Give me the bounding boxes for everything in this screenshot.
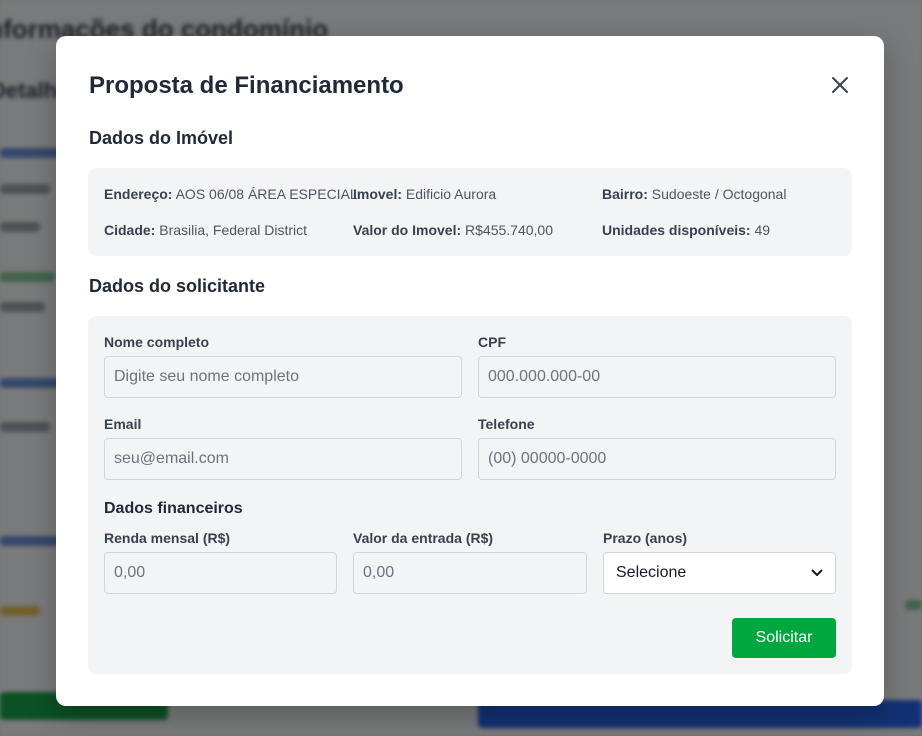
property-address-label: Endereço: (104, 186, 173, 202)
email-label: Email (104, 416, 142, 432)
property-building: Imovel: Edificio Aurora (353, 186, 496, 202)
income-input[interactable] (104, 552, 337, 594)
income-label: Renda mensal (R$) (104, 530, 231, 546)
full-name-input[interactable] (104, 356, 462, 398)
property-units-label: Unidades disponíveis: (602, 222, 751, 238)
property-value-label: Valor do Imovel: (353, 222, 462, 238)
financing-modal: Proposta de Financiamento Dados do Imóve… (56, 36, 884, 706)
property-value-value: R$455.740,00 (465, 222, 553, 238)
modal-title: Proposta de Financiamento (89, 72, 404, 99)
email-input[interactable] (104, 438, 462, 480)
property-units: Unidades disponíveis: 49 (602, 222, 770, 238)
close-button[interactable] (828, 73, 852, 97)
term-label: Prazo (anos) (603, 530, 688, 546)
financial-subsection-title: Dados financeiros (104, 500, 243, 517)
chevron-down-icon (811, 569, 823, 576)
property-units-value: 49 (754, 222, 771, 238)
property-info-panel: Endereço: AOS 06/08 ÁREA ESPECIAL Imovel… (88, 168, 852, 256)
property-section-title: Dados do Imóvel (89, 128, 234, 148)
full-name-label: Nome completo (104, 334, 210, 350)
term-select[interactable]: Selecione (603, 552, 836, 594)
property-city: Cidade: Brasilia, Federal District (104, 222, 307, 238)
property-neighborhood-label: Bairro: (602, 186, 648, 202)
cpf-input[interactable] (478, 356, 836, 398)
close-icon (832, 77, 848, 93)
submit-button[interactable]: Solicitar (732, 618, 836, 658)
property-building-label: Imovel: (353, 186, 403, 202)
property-city-label: Cidade: (104, 222, 156, 238)
property-value: Valor do Imovel: R$455.740,00 (353, 222, 553, 238)
down-payment-input[interactable] (353, 552, 587, 594)
property-address-value: AOS 06/08 ÁREA ESPECIAL (175, 186, 358, 202)
applicant-form-panel: Nome completo CPF Email Telefone Dados f… (88, 316, 852, 674)
property-address: Endereço: AOS 06/08 ÁREA ESPECIAL (104, 186, 358, 202)
property-city-value: Brasilia, Federal District (159, 222, 308, 238)
applicant-section-title: Dados do solicitante (89, 276, 266, 296)
phone-label: Telefone (478, 416, 535, 432)
property-building-value: Edificio Aurora (405, 186, 497, 202)
cpf-label: CPF (478, 334, 506, 350)
phone-input[interactable] (478, 438, 836, 480)
down-payment-label: Valor da entrada (R$) (353, 530, 494, 546)
term-select-value: Selecione (616, 564, 687, 581)
property-neighborhood: Bairro: Sudoeste / Octogonal (602, 186, 786, 202)
property-neighborhood-value: Sudoeste / Octogonal (651, 186, 787, 202)
